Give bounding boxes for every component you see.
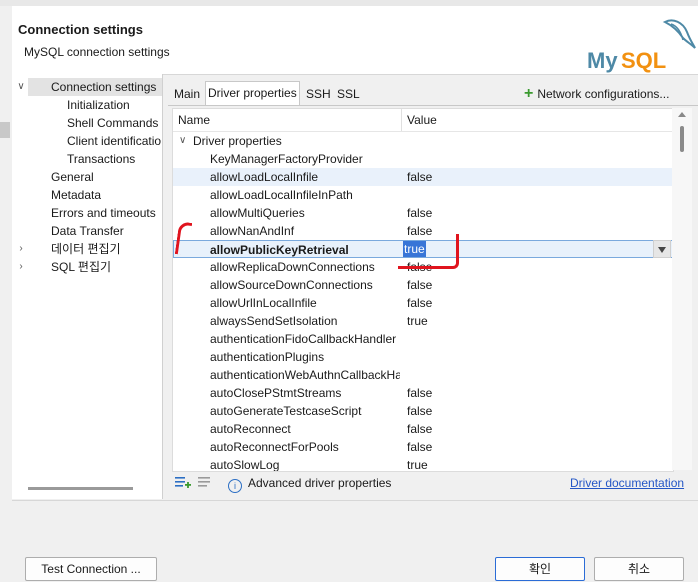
property-name: autoSlowLog [210, 458, 280, 472]
dialog-header: Connection settings MySQL connection set… [12, 6, 698, 75]
dialog-footer: Test Connection ... 확인 취소 [12, 500, 698, 582]
property-name: allowPublicKeyRetrieval [210, 243, 349, 257]
advanced-driver-properties-toggle[interactable]: i Advanced driver properties [228, 475, 391, 493]
network-configurations-button[interactable]: + Network configurations... [524, 83, 669, 105]
table-header: Name Value [173, 109, 673, 132]
property-name: allowUrlInLocalInfile [210, 296, 317, 310]
left-edge-strip [0, 74, 12, 504]
property-name: allowNanAndInf [210, 224, 295, 238]
tab-main[interactable]: Main [172, 83, 202, 105]
table-row[interactable]: allowLoadLocalInfileInPath [173, 186, 673, 204]
nav-item-metadata[interactable]: Metadata [51, 186, 101, 204]
triangle-down-icon [658, 247, 666, 253]
property-name: KeyManagerFactoryProvider [210, 152, 363, 166]
ok-button[interactable]: 확인 [495, 557, 585, 581]
property-value[interactable]: false [407, 438, 432, 456]
scroll-up-arrow-icon[interactable] [678, 112, 686, 117]
nav-item-data-transfer[interactable]: Data Transfer [51, 222, 124, 240]
table-row[interactable]: allowUrlInLocalInfile false [173, 294, 673, 312]
table-row[interactable]: alwaysSendSetIsolation true [173, 312, 673, 330]
property-name: allowMultiQueries [210, 206, 305, 220]
property-value[interactable]: false [407, 384, 432, 402]
table-row[interactable]: autoReconnectForPools false [173, 438, 673, 456]
driver-properties-table[interactable]: Name Value ∨ Driver properties KeyManage… [172, 108, 674, 472]
property-value[interactable]: true [407, 312, 428, 330]
edge-marker [0, 122, 10, 138]
settings-nav-tree[interactable]: ∨ Connection settings Initialization She… [12, 74, 163, 499]
property-name: allowReplicaDownConnections [210, 260, 375, 274]
tab-divider [168, 105, 698, 106]
mysql-logo-my: My [587, 48, 618, 73]
nav-item-sql-editor[interactable]: SQL 편집기 [51, 258, 111, 276]
column-header-name[interactable]: Name [178, 109, 210, 131]
remove-property-icon[interactable] [198, 476, 214, 490]
test-connection-button[interactable]: Test Connection ... [25, 557, 157, 581]
column-header-value[interactable]: Value [407, 109, 437, 131]
page-title: Connection settings [18, 22, 143, 37]
property-value[interactable]: false [407, 168, 432, 186]
advanced-label: Advanced driver properties [248, 476, 392, 490]
table-row[interactable]: autoGenerateTestcaseScript false [173, 402, 673, 420]
table-row[interactable]: KeyManagerFactoryProvider [173, 150, 673, 168]
table-row[interactable]: allowSourceDownConnections false [173, 276, 673, 294]
cancel-button[interactable]: 취소 [594, 557, 684, 581]
mysql-logo-sql: SQL [621, 48, 666, 73]
column-separator[interactable] [401, 109, 402, 131]
nav-item-client-identification[interactable]: Client identification [67, 132, 161, 150]
table-vertical-scrollbar[interactable] [672, 108, 692, 470]
nav-item-general[interactable]: General [51, 168, 94, 186]
group-label: Driver properties [193, 134, 282, 148]
property-name: autoReconnect [210, 422, 291, 436]
property-name: authenticationWebAuthnCallbackHandler [210, 368, 400, 382]
table-row[interactable]: autoClosePStmtStreams false [173, 384, 673, 402]
property-name: allowLoadLocalInfile [210, 170, 319, 184]
nav-item-connection-settings[interactable]: Connection settings [28, 78, 162, 96]
property-name: authenticationFidoCallbackHandler [210, 332, 397, 346]
chevron-right-icon[interactable]: › [16, 240, 26, 258]
table-row[interactable]: autoReconnect false [173, 420, 673, 438]
nav-item-data-editor[interactable]: 데이터 편집기 [51, 240, 121, 258]
property-value[interactable]: false [407, 204, 432, 222]
tab-driver-properties[interactable]: Driver properties [205, 81, 300, 106]
plus-icon: + [524, 85, 534, 102]
table-row[interactable]: authenticationWebAuthnCallbackHandler [173, 366, 673, 384]
driver-documentation-link[interactable]: Driver documentation [570, 475, 684, 491]
info-icon: i [228, 479, 242, 493]
table-row[interactable]: allowMultiQueries false [173, 204, 673, 222]
property-value[interactable]: true [407, 456, 428, 471]
annotation-mark-right [398, 234, 459, 269]
property-value[interactable]: false [407, 402, 432, 420]
tab-ssl[interactable]: SSL [335, 83, 362, 105]
property-name: autoClosePStmtStreams [210, 386, 342, 400]
property-value[interactable]: false [407, 276, 432, 294]
property-name: allowSourceDownConnections [210, 278, 373, 292]
page-subtitle: MySQL connection settings [24, 45, 170, 59]
network-configurations-label: Network configurations... [537, 87, 670, 101]
table-toolbar: i Advanced driver properties Driver docum… [168, 471, 698, 495]
table-row[interactable]: autoSlowLog true [173, 456, 673, 472]
add-property-icon[interactable] [175, 476, 191, 490]
chevron-down-icon[interactable]: ∨ [16, 78, 26, 96]
value-dropdown-button[interactable] [653, 240, 671, 258]
property-name: alwaysSendSetIsolation [210, 314, 338, 328]
nav-item-transactions[interactable]: Transactions [67, 150, 135, 168]
mysql-logo: My SQL [587, 19, 696, 73]
chevron-right-icon[interactable]: › [16, 258, 26, 276]
nav-horizontal-scrollbar[interactable] [28, 487, 133, 490]
property-value[interactable]: false [407, 420, 432, 438]
chevron-down-icon[interactable]: ∨ [179, 132, 186, 150]
table-row[interactable]: allowLoadLocalInfile false [173, 168, 673, 186]
table-row[interactable]: authenticationFidoCallbackHandler [173, 330, 673, 348]
property-value[interactable]: false [407, 294, 432, 312]
property-name: authenticationPlugins [210, 350, 325, 364]
scroll-thumb[interactable] [680, 126, 684, 152]
property-name: allowLoadLocalInfileInPath [210, 188, 353, 202]
nav-item-shell-commands[interactable]: Shell Commands [67, 114, 158, 132]
nav-item-initialization[interactable]: Initialization [67, 96, 130, 114]
property-name: autoGenerateTestcaseScript [210, 404, 362, 418]
nav-item-errors-timeouts[interactable]: Errors and timeouts [51, 204, 156, 222]
tab-ssh[interactable]: SSH [304, 83, 333, 105]
property-name: autoReconnectForPools [210, 440, 339, 454]
table-row[interactable]: authenticationPlugins [173, 348, 673, 366]
